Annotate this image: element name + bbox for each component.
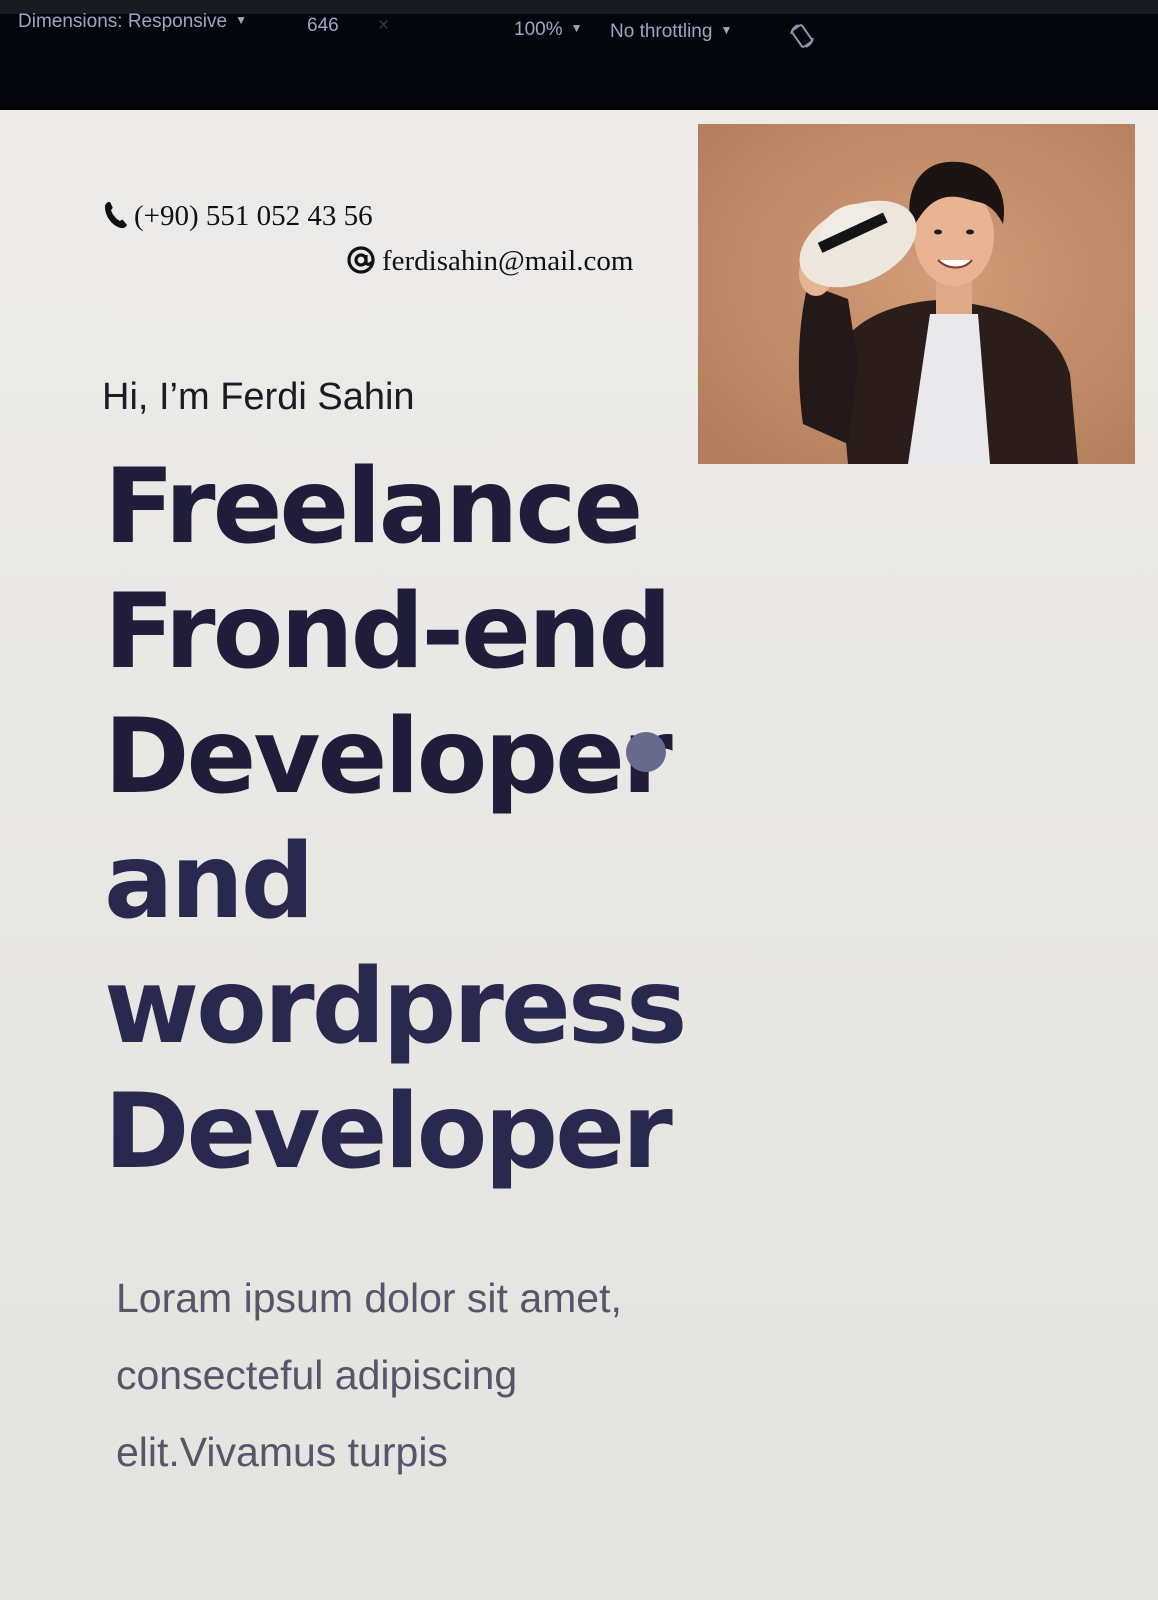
contact-phone[interactable]: (+90) 551 052 43 56 [104,200,373,233]
dimensions-label: Dimensions: Responsive [18,11,228,32]
phone-number: (+90) 551 052 43 56 [134,200,373,232]
headline-accent-dot [626,732,666,772]
greeting-text: Hi, I’m Ferdi Sahin [102,376,415,418]
zoom-dropdown[interactable]: 100% ▼ [514,20,583,39]
headline-line: wordpress [104,947,687,1067]
profile-photo [698,124,1135,464]
headline-line: Developer [104,1072,673,1192]
width-input[interactable]: 646 [307,16,339,35]
times-icon: × [378,15,390,36]
phone-icon [104,201,128,229]
headline-line: Frond-end [104,572,672,692]
headline-line: and [104,822,315,942]
chevron-down-icon: ▼ [235,13,247,27]
intro-paragraph: Loram ipsum dolor sit amet, consecteful … [116,1275,622,1475]
contact-email[interactable]: ferdisahin@mail.com [346,245,633,278]
devtools-toolbar: Dimensions: Responsive ▼ 646 × 100% ▼ No t… [0,0,1158,128]
rotate-icon[interactable] [788,22,816,50]
headline-line: Freelance [104,447,643,567]
at-icon [346,245,376,275]
throttling-label: No throttling [610,21,713,42]
chevron-down-icon: ▼ [570,21,583,35]
hero-headline: Freelance Frond-end Developer and wordpr… [104,445,704,1195]
headline-line: Developer [104,697,673,817]
dimensions-dropdown[interactable]: Dimensions: Responsive ▼ [18,12,247,31]
email-address: ferdisahin@mail.com [382,245,634,277]
portfolio-page: (+90) 551 052 43 56 ferdisahin@mail.com … [0,110,1158,1600]
zoom-label: 100% [514,19,563,40]
throttling-dropdown[interactable]: No throttling ▼ [610,22,732,41]
chevron-down-icon: ▼ [720,23,733,37]
